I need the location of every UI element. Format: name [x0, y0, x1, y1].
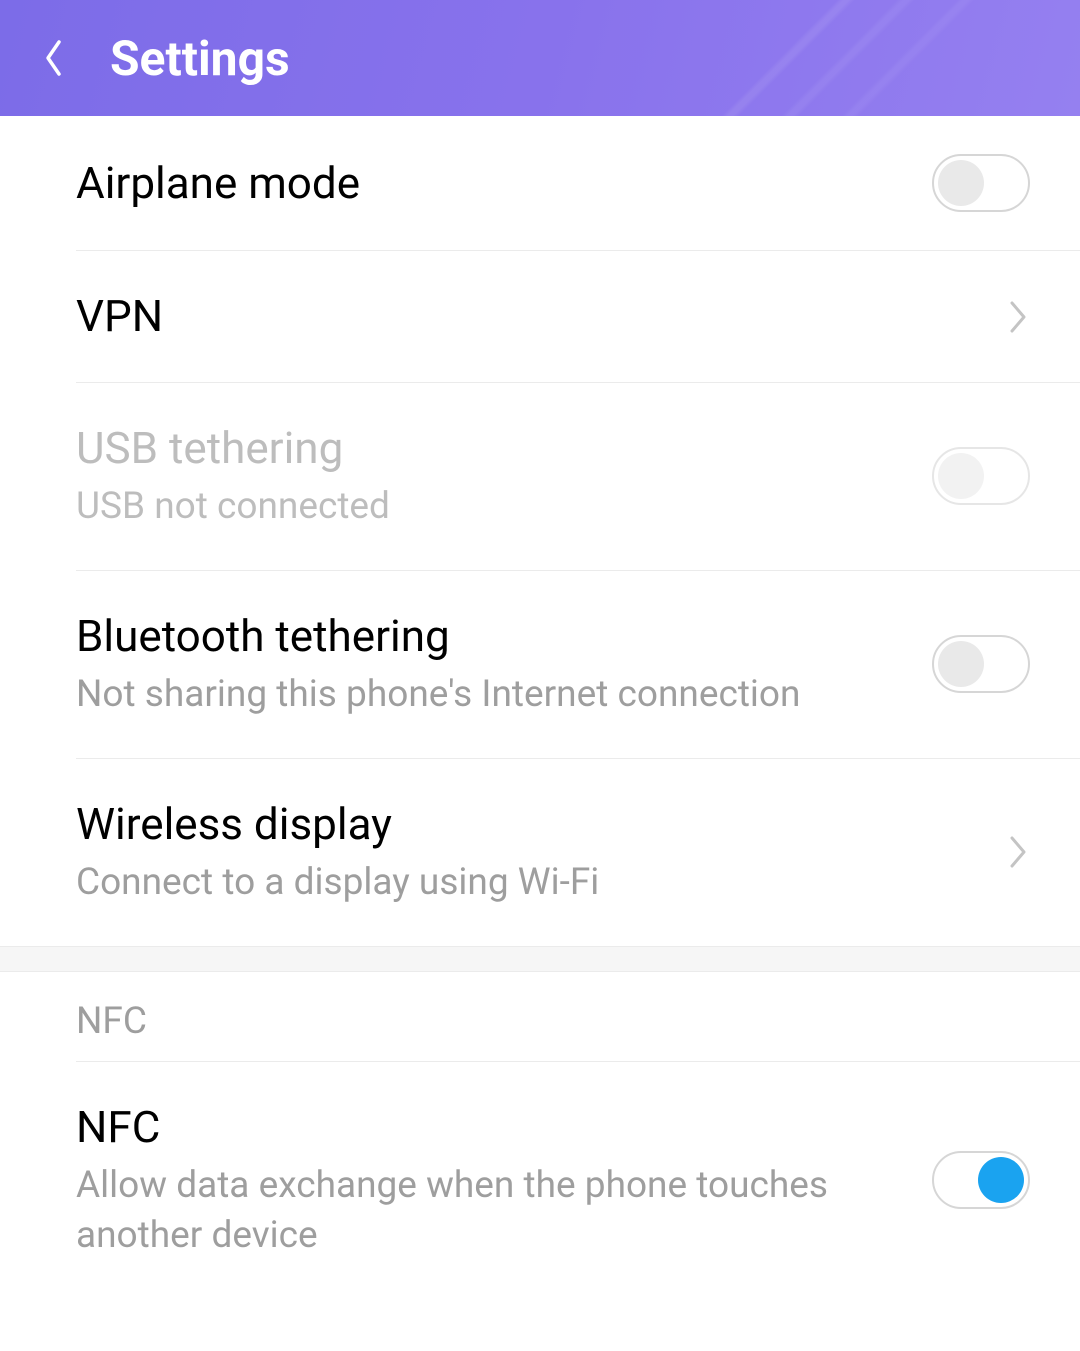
row-bluetooth-tethering[interactable]: Bluetooth tethering Not sharing this pho… [76, 571, 1080, 759]
back-icon[interactable] [40, 33, 68, 83]
row-subtitle: Allow data exchange when the phone touch… [76, 1161, 912, 1261]
row-title: Wireless display [76, 797, 986, 852]
row-title: Bluetooth tethering [76, 609, 912, 664]
chevron-right-icon [1006, 830, 1030, 874]
nfc-toggle[interactable] [932, 1151, 1030, 1209]
toggle-knob [938, 160, 984, 206]
row-vpn[interactable]: VPN [76, 251, 1080, 383]
row-wireless-display[interactable]: Wireless display Connect to a display us… [76, 759, 1080, 946]
toggle-knob [938, 641, 984, 687]
row-subtitle: Connect to a display using Wi-Fi [76, 858, 986, 908]
bluetooth-tethering-toggle[interactable] [932, 635, 1030, 693]
page-title: Settings [110, 30, 290, 87]
chevron-right-icon [1006, 295, 1030, 339]
row-subtitle: USB not connected [76, 482, 912, 532]
settings-content: Airplane mode VPN USB tethering USB not … [0, 116, 1080, 1311]
toggle-knob [938, 453, 984, 499]
row-subtitle: Not sharing this phone's Internet connec… [76, 670, 912, 720]
section-header-text: NFC [76, 1000, 1080, 1043]
row-title: NFC [76, 1100, 912, 1155]
airplane-mode-toggle[interactable] [932, 154, 1030, 212]
header-bar: Settings [0, 0, 1080, 116]
row-title: VPN [76, 289, 986, 344]
toggle-knob [978, 1157, 1024, 1203]
row-title: Airplane mode [76, 156, 912, 211]
row-nfc[interactable]: NFC Allow data exchange when the phone t… [76, 1062, 1080, 1311]
section-header-nfc: NFC [76, 972, 1080, 1062]
row-airplane-mode[interactable]: Airplane mode [76, 116, 1080, 251]
section-divider [0, 946, 1080, 972]
usb-tethering-toggle [932, 447, 1030, 505]
row-title: USB tethering [76, 421, 912, 476]
row-usb-tethering: USB tethering USB not connected [76, 383, 1080, 571]
